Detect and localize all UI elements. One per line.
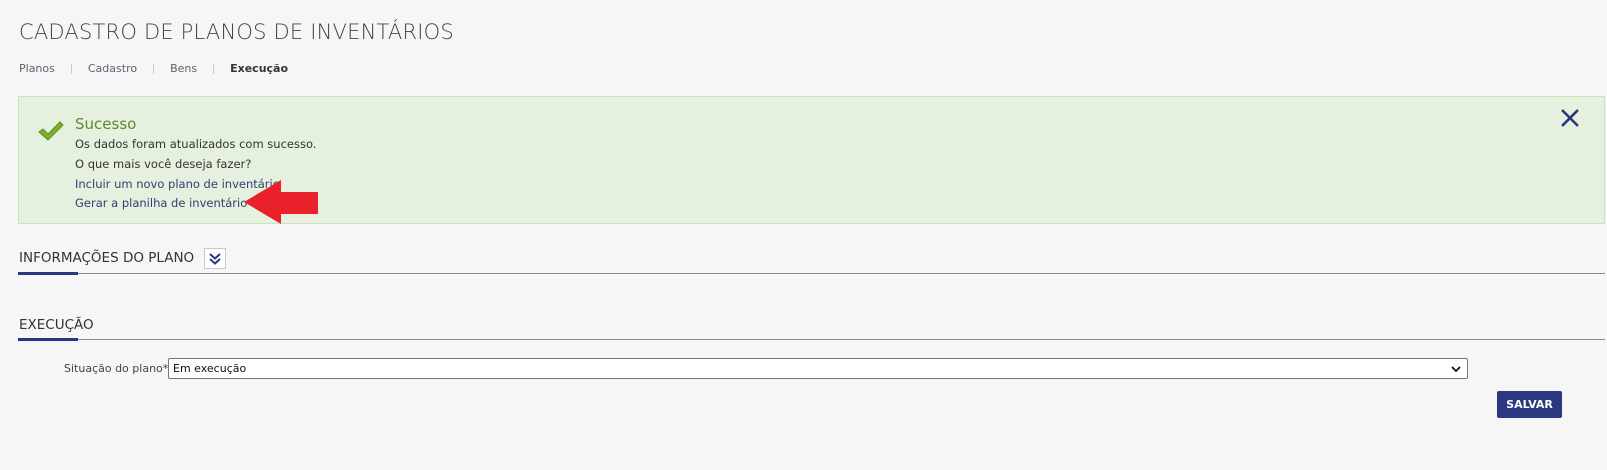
section-execution-title: EXECUÇÃO bbox=[19, 317, 94, 333]
link-generate-inventory-spreadsheet[interactable]: Gerar a planilha de inventário bbox=[75, 196, 247, 210]
alert-message: Os dados foram atualizados com sucesso. bbox=[75, 137, 317, 151]
breadcrumb-item-execucao: Execução bbox=[230, 62, 289, 75]
save-button[interactable]: SALVAR bbox=[1497, 391, 1562, 418]
page-title: CADASTRO DE PLANOS DE INVENTÁRIOS bbox=[19, 20, 454, 44]
section-execution-header: EXECUÇÃO bbox=[18, 316, 1605, 341]
section-execution-accent bbox=[18, 338, 78, 341]
section-info-title: INFORMAÇÕES DO PLANO bbox=[19, 250, 195, 266]
alert-question: O que mais você deseja fazer? bbox=[75, 157, 252, 171]
chevron-down-icon bbox=[1451, 366, 1461, 373]
status-select-value: Em execução bbox=[173, 362, 247, 375]
expand-section-button[interactable] bbox=[204, 248, 226, 269]
status-select[interactable]: Em execução bbox=[168, 358, 1468, 379]
alert-title: Sucesso bbox=[75, 115, 137, 133]
breadcrumb-item-bens[interactable]: Bens bbox=[170, 62, 197, 75]
breadcrumb-separator bbox=[153, 63, 155, 74]
breadcrumb-separator bbox=[213, 63, 215, 74]
breadcrumb-separator bbox=[70, 63, 72, 74]
check-icon bbox=[38, 121, 64, 141]
double-chevron-down-icon bbox=[209, 252, 221, 265]
section-info-accent bbox=[18, 272, 78, 275]
annotation-arrow-icon bbox=[244, 180, 318, 224]
section-info-header: INFORMAÇÕES DO PLANO bbox=[18, 248, 1605, 275]
page: CADASTRO DE PLANOS DE INVENTÁRIOS Planos… bbox=[0, 0, 1607, 470]
status-field-label: Situação do plano*: bbox=[64, 362, 172, 375]
breadcrumb-item-planos[interactable]: Planos bbox=[19, 62, 55, 75]
breadcrumb: Planos Cadastro Bens Execução bbox=[19, 62, 288, 75]
close-icon[interactable] bbox=[1560, 108, 1580, 128]
breadcrumb-item-cadastro[interactable]: Cadastro bbox=[88, 62, 137, 75]
